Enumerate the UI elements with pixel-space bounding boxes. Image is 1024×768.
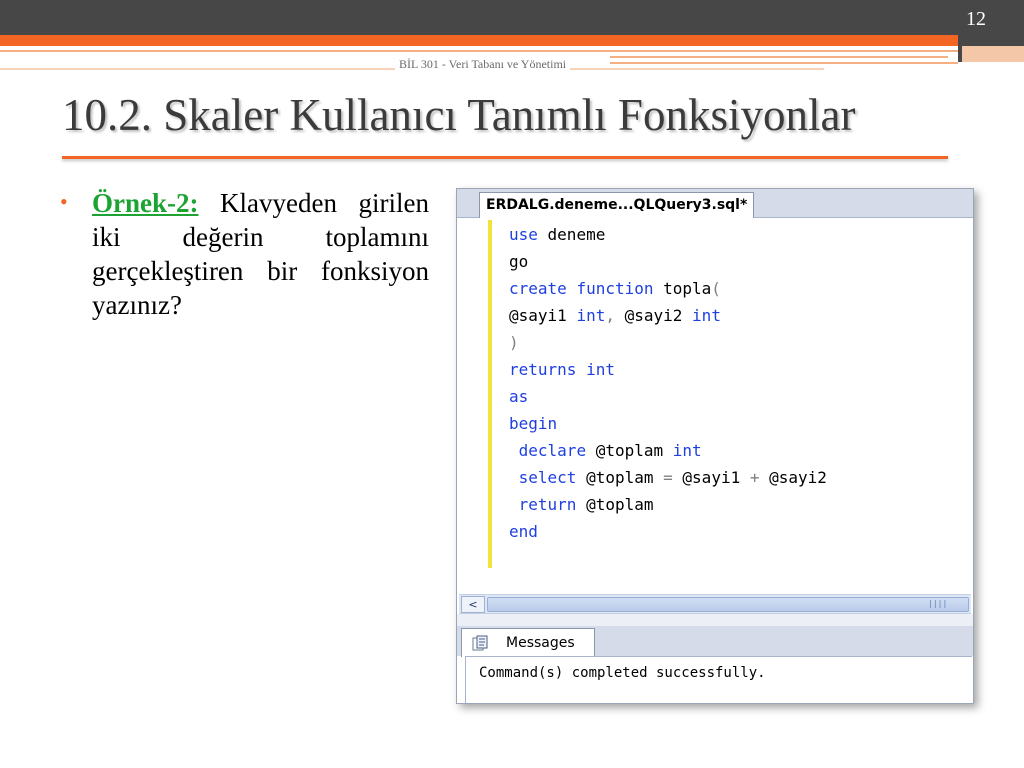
code-token: ( xyxy=(711,279,721,298)
code-keyword: int xyxy=(586,360,615,379)
messages-icon xyxy=(472,635,488,651)
change-indicator-bar xyxy=(488,220,492,568)
header-stripe xyxy=(0,50,958,52)
code-keyword: select xyxy=(518,468,577,487)
code-keyword: create xyxy=(509,279,567,298)
code-line: @sayi1 int, @sayi2 int xyxy=(509,302,827,329)
code-token: @sayi2 xyxy=(759,468,827,487)
code-token: @sayi1 xyxy=(672,468,750,487)
bullet-text: Örnek-2: Klavyeden girilen iki değerin t… xyxy=(92,186,429,322)
messages-tab-label: Messages xyxy=(506,635,575,651)
header-orange-bar xyxy=(0,35,1024,46)
editor-tab[interactable]: ERDALG.deneme...QLQuery3.sql* xyxy=(479,192,755,218)
code-line: declare @toplam int xyxy=(509,437,827,464)
header-dark-bar xyxy=(0,0,1024,35)
code-token: @toplam xyxy=(576,495,654,514)
editor-gutter xyxy=(457,218,487,598)
scroll-left-button[interactable]: < xyxy=(461,596,485,613)
pane-splitter[interactable] xyxy=(457,614,973,626)
title-underline xyxy=(62,156,948,159)
code-keyword: end xyxy=(509,522,538,541)
scroll-grip-icon: |||| xyxy=(928,599,948,608)
code-token: deneme xyxy=(537,225,606,244)
code-token: topla xyxy=(653,279,712,298)
header-stripe xyxy=(610,62,958,64)
messages-tab[interactable]: Messages xyxy=(461,628,595,657)
messages-tabstrip: Messages xyxy=(457,626,973,657)
slide-title: 10.2. Skaler Kullanıcı Tanımlı Fonksiyon… xyxy=(62,90,856,140)
header-stripe xyxy=(610,56,948,58)
code-token: @sayi2 xyxy=(624,306,693,325)
code-token: @toplam xyxy=(586,441,673,460)
horizontal-scrollbar[interactable]: < |||| xyxy=(459,594,971,614)
messages-output: Command(s) completed successfully. xyxy=(479,665,766,681)
code-keyword: function xyxy=(576,279,654,298)
course-label: BİL 301 - Veri Tabanı ve Yönetimi xyxy=(395,57,571,72)
code-token: @toplam xyxy=(576,468,664,487)
code-keyword: begin xyxy=(509,414,558,433)
example-label: Örnek-2: xyxy=(92,188,199,218)
code-keyword: returns xyxy=(509,360,577,379)
code-token: go xyxy=(509,252,529,271)
code-keyword: use xyxy=(509,225,538,244)
code-keyword: declare xyxy=(518,441,587,460)
code-line: begin xyxy=(509,410,827,437)
code-keyword: int xyxy=(692,306,721,325)
sql-editor-screenshot: ERDALG.deneme...QLQuery3.sql* use deneme… xyxy=(456,188,974,704)
code-token: , xyxy=(605,306,625,325)
code-area[interactable]: use deneme go create function topla(@sayi1… xyxy=(509,221,827,545)
code-line: end xyxy=(509,518,827,545)
code-token: = xyxy=(663,468,673,487)
code-line: go xyxy=(509,248,827,275)
code-line: as xyxy=(509,383,827,410)
code-line: ) xyxy=(509,329,827,356)
scroll-thumb[interactable]: |||| xyxy=(487,597,969,612)
header-right-accent xyxy=(962,46,1024,62)
code-line: returns int xyxy=(509,356,827,383)
code-line: create function topla( xyxy=(509,275,827,302)
code-keyword: as xyxy=(509,387,529,406)
code-keyword: int xyxy=(576,306,606,325)
bullet-icon: • xyxy=(60,189,68,214)
editor-tabstrip: ERDALG.deneme...QLQuery3.sql* xyxy=(457,189,973,218)
code-keyword: int xyxy=(672,441,702,460)
code-line: select @toplam = @sayi1 + @sayi2 xyxy=(509,464,827,491)
code-line: return @toplam xyxy=(509,491,827,518)
code-token: ) xyxy=(509,333,519,352)
code-keyword: return xyxy=(518,495,577,514)
code-line: use deneme xyxy=(509,221,827,248)
page-number: 12 xyxy=(966,8,986,30)
code-token: @sayi1 xyxy=(509,306,577,325)
